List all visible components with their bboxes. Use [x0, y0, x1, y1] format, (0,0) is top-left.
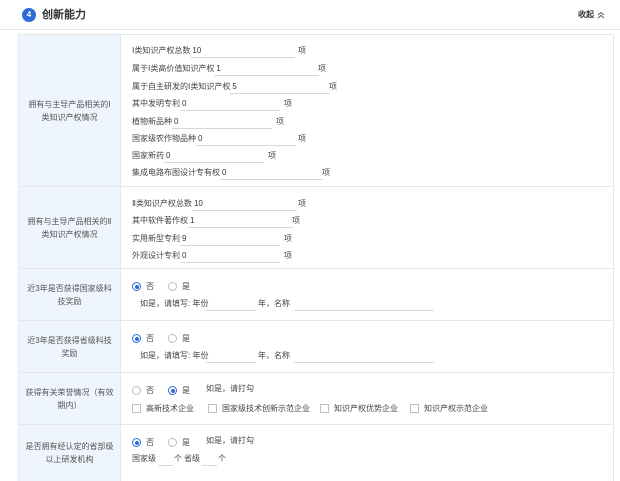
- ip1-total-input[interactable]: 10: [190, 44, 296, 58]
- national-award-label: 近3年是否获得国家级科技奖励: [19, 269, 121, 320]
- provincial-award-year-suffix: 年，名称: [258, 351, 290, 360]
- rd-national-label: 国家级: [132, 454, 156, 463]
- honor-high-tech-checkbox[interactable]: 高新技术企业: [132, 403, 194, 414]
- national-award-year-suffix: 年，名称: [258, 299, 290, 308]
- chevron-double-up-icon: [597, 11, 605, 19]
- rd-national-unit: 个: [174, 454, 182, 463]
- ip2-utility-input[interactable]: 9: [180, 232, 280, 246]
- provincial-award-yes-radio[interactable]: 是: [168, 333, 190, 344]
- ip1-self-dev-field: 属于自主研发的Ⅰ类知识产权 5 项: [132, 80, 337, 94]
- rd-provincial-unit: 个: [218, 454, 226, 463]
- ip1-invention-input[interactable]: 0: [180, 97, 280, 111]
- rd-national-input[interactable]: [158, 452, 173, 466]
- provincial-award-row: 近3年是否获得省级科技奖励 否 是 如是，请填写: 年份 年，名称: [18, 321, 614, 373]
- checkbox-icon: [410, 404, 419, 413]
- radio-unchecked-icon: [168, 282, 177, 291]
- radio-checked-icon: [132, 282, 141, 291]
- ip1-high-value-input[interactable]: 1: [214, 62, 320, 76]
- ip2-total-field: Ⅱ类知识产权总数 10 项: [132, 197, 306, 211]
- ip2-utility-field: 实用新型专利 9 项: [132, 232, 292, 246]
- honors-no-radio[interactable]: 否: [132, 385, 154, 396]
- step-badge: 4: [22, 8, 36, 22]
- ip1-drug-field: 国家新药 0 项: [132, 149, 276, 163]
- honors-yes-radio[interactable]: 是: [168, 385, 190, 396]
- radio-unchecked-icon: [168, 438, 177, 447]
- checkbox-icon: [320, 404, 329, 413]
- national-award-no-radio[interactable]: 否: [132, 281, 154, 292]
- ip1-plant-field: 植物新品种 0 项: [132, 115, 284, 129]
- provincial-award-prompt: 如是，请填写: 年份: [140, 351, 209, 360]
- checkbox-icon: [208, 404, 217, 413]
- rd-center-no-radio[interactable]: 否: [132, 437, 154, 448]
- ip1-high-value-field: 属于Ⅰ类高价值知识产权 1 项: [132, 62, 326, 76]
- ip1-drug-input[interactable]: 0: [164, 149, 264, 163]
- rd-center-row: 是否拥有经认定的省部级以上研发机构 否 是 如是，请打勾 国家级 个 省级 个: [18, 425, 614, 481]
- collapse-label: 收起: [578, 10, 594, 19]
- honor-innovation-demo-checkbox[interactable]: 国家级技术创新示范企业: [208, 403, 310, 414]
- national-award-row: 近3年是否获得国家级科技奖励 否 是 如是，请填写: 年份 年，名称: [18, 269, 614, 321]
- ip1-invention-field: 其中发明专利 0 项: [132, 97, 292, 111]
- ip2-design-input[interactable]: 0: [180, 249, 280, 263]
- honors-row: 获得有关荣誉情况（有效期内） 否 是 如是，请打勾 高新技术企业 国家级技术创新…: [18, 373, 614, 425]
- ip1-ic-input[interactable]: 0: [220, 166, 323, 180]
- honor-ip-advantage-checkbox[interactable]: 知识产权优势企业: [320, 403, 398, 414]
- radio-unchecked-icon: [132, 386, 141, 395]
- provincial-award-name-input[interactable]: [294, 349, 434, 363]
- innovation-form: 拥有与主导产品相关的Ⅰ类知识产权情况 Ⅰ类知识产权总数 10 项 属于Ⅰ类高价值知…: [18, 34, 614, 481]
- radio-checked-icon: [168, 386, 177, 395]
- radio-unchecked-icon: [168, 334, 177, 343]
- section-header: 4 创新能力 收起: [0, 0, 620, 30]
- honor-ip-demo-checkbox[interactable]: 知识产权示范企业: [410, 403, 488, 414]
- collapse-button[interactable]: 收起: [578, 8, 605, 22]
- ip1-ic-field: 集成电路布图设计专有权 0 项: [132, 166, 330, 180]
- provincial-award-label: 近3年是否获得省级科技奖励: [19, 321, 121, 372]
- ip2-software-field: 其中软件著作权 1 项: [132, 214, 300, 228]
- radio-checked-icon: [132, 334, 141, 343]
- provincial-award-year-input[interactable]: [206, 349, 256, 363]
- ip-class2-row: 拥有与主导产品相关的Ⅱ类知识产权情况 Ⅱ类知识产权总数 10 项 其中软件著作权 1…: [18, 187, 614, 269]
- ip-class2-label: 拥有与主导产品相关的Ⅱ类知识产权情况: [19, 187, 121, 268]
- ip2-software-input[interactable]: 1: [188, 214, 293, 228]
- ip2-design-field: 外观设计专利 0 项: [132, 249, 292, 263]
- rd-provincial-label: 省级: [184, 454, 200, 463]
- radio-checked-icon: [132, 438, 141, 447]
- honors-hint: 如是，请打勾: [206, 384, 254, 393]
- ip1-plant-input[interactable]: 0: [172, 115, 272, 129]
- ip1-crop-input[interactable]: 0: [196, 132, 296, 146]
- national-award-name-input[interactable]: [294, 297, 434, 311]
- provincial-award-no-radio[interactable]: 否: [132, 333, 154, 344]
- checkbox-icon: [132, 404, 141, 413]
- national-award-prompt: 如是，请填写: 年份: [140, 299, 209, 308]
- ip1-crop-field: 国家级农作物品种 0 项: [132, 132, 306, 146]
- rd-center-label: 是否拥有经认定的省部级以上研发机构: [19, 425, 121, 481]
- national-award-year-input[interactable]: [206, 297, 256, 311]
- rd-center-yes-radio[interactable]: 是: [168, 437, 190, 448]
- honors-label: 获得有关荣誉情况（有效期内）: [19, 373, 121, 424]
- ip2-total-input[interactable]: 10: [191, 197, 297, 211]
- ip1-self-dev-input[interactable]: 5: [230, 80, 331, 94]
- ip-class1-row: 拥有与主导产品相关的Ⅰ类知识产权情况 Ⅰ类知识产权总数 10 项 属于Ⅰ类高价值知…: [18, 35, 614, 187]
- rd-provincial-input[interactable]: [202, 452, 217, 466]
- ip-class1-label: 拥有与主导产品相关的Ⅰ类知识产权情况: [19, 35, 121, 186]
- rd-center-hint: 如是，请打勾: [206, 436, 254, 445]
- national-award-yes-radio[interactable]: 是: [168, 281, 190, 292]
- ip1-total-field: Ⅰ类知识产权总数 10 项: [132, 44, 306, 58]
- section-title: 创新能力: [42, 9, 86, 21]
